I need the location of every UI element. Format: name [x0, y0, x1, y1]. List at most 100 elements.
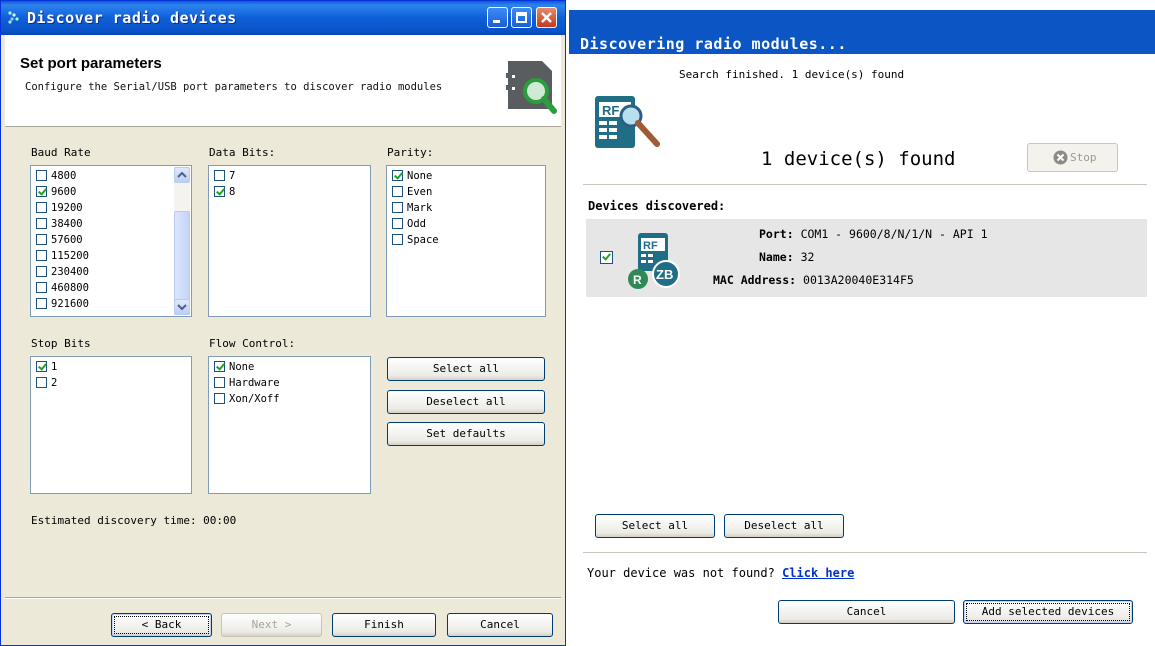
app-icon	[8, 11, 19, 24]
click-here-link[interactable]: Click here	[782, 566, 854, 580]
stop-bits-list[interactable]: 1 2	[30, 356, 192, 494]
select-all-devices-button[interactable]: Select all	[595, 514, 715, 538]
parity-option[interactable]: Space	[392, 234, 439, 248]
module-search-icon	[506, 61, 557, 114]
checkbox[interactable]	[36, 266, 47, 277]
svg-text:RF: RF	[602, 103, 619, 118]
checkbox[interactable]	[36, 202, 47, 213]
chevron-down-icon	[177, 304, 187, 311]
data-bits-list[interactable]: 7 8	[208, 165, 371, 317]
chevron-up-icon	[177, 171, 187, 178]
cancel-discovery-button[interactable]: Cancel	[778, 600, 955, 624]
device-row[interactable]: RF R ZB Port: COM1 - 9600/8/N/1/N - API …	[586, 219, 1147, 297]
checkbox[interactable]	[392, 202, 403, 213]
checkbox[interactable]	[392, 234, 403, 245]
checkbox[interactable]	[392, 186, 403, 197]
baud-rate-list[interactable]: 4800 9600 19200 38400 57600 115200 23040…	[30, 165, 192, 317]
baud-option[interactable]: 230400	[36, 266, 89, 280]
parity-option[interactable]: None	[392, 170, 432, 184]
checkbox[interactable]	[36, 282, 47, 293]
checkbox[interactable]	[214, 393, 225, 404]
checkbox[interactable]	[214, 170, 225, 181]
parity-option[interactable]: Even	[392, 186, 432, 200]
stop-button[interactable]: Stop	[1027, 143, 1118, 172]
checkbox[interactable]	[36, 234, 47, 245]
checkbox[interactable]	[36, 361, 47, 372]
scroll-down-button[interactable]	[174, 299, 190, 315]
checkbox[interactable]	[36, 298, 47, 309]
checkbox[interactable]	[214, 361, 225, 372]
parity-option[interactable]: Odd	[392, 218, 426, 232]
baud-option[interactable]: 4800	[36, 170, 76, 184]
title-bar[interactable]: Discover radio devices	[1, 1, 565, 35]
checkbox[interactable]	[36, 377, 47, 388]
data-bits-label: Data Bits:	[209, 146, 276, 159]
finish-button[interactable]: Finish	[332, 613, 436, 637]
device-port: Port: COM1 - 9600/8/N/1/N - API 1	[759, 227, 988, 241]
not-found-text: Your device was not found? Click here	[587, 566, 855, 580]
back-button[interactable]: < Back	[111, 613, 212, 637]
stop-bits-label: Stop Bits	[31, 337, 91, 350]
next-button[interactable]: Next >	[221, 613, 322, 637]
maximize-icon	[516, 12, 527, 23]
minimize-button[interactable]	[487, 7, 508, 28]
svg-text:ZB: ZB	[656, 267, 673, 282]
data-bits-option[interactable]: 8	[214, 186, 235, 200]
baud-option[interactable]: 115200	[36, 250, 89, 264]
device-checkbox[interactable]	[600, 251, 613, 264]
add-selected-devices-button[interactable]: Add selected devices	[963, 600, 1133, 624]
device-count: 1 device(s) found	[761, 148, 956, 170]
close-button[interactable]	[536, 7, 557, 28]
baud-rate-label: Baud Rate	[31, 146, 91, 159]
discovering-window: Discovering radio modules... Search fini…	[569, 0, 1155, 646]
flow-control-option[interactable]: None	[214, 361, 254, 375]
data-bits-option[interactable]: 7	[214, 170, 235, 184]
close-icon	[541, 12, 552, 23]
device-name: Name: 32	[759, 250, 815, 264]
title-bar[interactable]: Discovering radio modules...	[569, 0, 1155, 54]
checkbox[interactable]	[392, 218, 403, 229]
parity-label: Parity:	[387, 146, 434, 159]
baud-option[interactable]: 460800	[36, 282, 89, 296]
select-all-button[interactable]: Select all	[387, 357, 545, 381]
checkbox[interactable]	[36, 186, 47, 197]
svg-text:R: R	[633, 273, 642, 287]
scroll-up-button[interactable]	[174, 167, 190, 183]
stop-bits-option[interactable]: 2	[36, 377, 57, 391]
stop-icon	[1053, 150, 1068, 165]
flow-control-option[interactable]: Hardware	[214, 377, 280, 391]
stop-label: Stop	[1070, 151, 1097, 164]
maximize-button[interactable]	[511, 7, 532, 28]
divider	[583, 552, 1147, 553]
page-description: Configure the Serial/USB port parameters…	[25, 81, 443, 93]
estimated-time: Estimated discovery time: 00:00	[31, 514, 237, 527]
checkbox[interactable]	[214, 377, 225, 388]
stop-bits-option[interactable]: 1	[36, 361, 57, 375]
flow-control-option[interactable]: Xon/Xoff	[214, 393, 280, 407]
baud-option[interactable]: 19200	[36, 202, 83, 216]
wizard-header: Set port parameters Configure the Serial…	[5, 35, 561, 127]
baud-option[interactable]: 57600	[36, 234, 83, 248]
checkbox[interactable]	[392, 170, 403, 181]
checkbox[interactable]	[36, 170, 47, 181]
minimize-icon	[493, 20, 500, 23]
baud-option[interactable]: 921600	[36, 298, 89, 312]
device-mac: MAC Address: 0013A20040E314F5	[713, 273, 914, 287]
cancel-button[interactable]: Cancel	[447, 613, 553, 637]
checkbox[interactable]	[36, 250, 47, 261]
deselect-all-button[interactable]: Deselect all	[387, 390, 545, 414]
baud-option[interactable]: 9600	[36, 186, 76, 200]
devices-heading: Devices discovered:	[588, 199, 726, 213]
set-defaults-button[interactable]: Set defaults	[387, 422, 545, 446]
divider	[5, 597, 561, 599]
divider	[583, 184, 1147, 185]
deselect-all-devices-button[interactable]: Deselect all	[724, 514, 844, 538]
window-title: Discover radio devices	[27, 9, 237, 27]
parity-list[interactable]: None Even Mark Odd Space	[386, 165, 546, 317]
vertical-scrollbar[interactable]	[174, 167, 190, 315]
flow-control-list[interactable]: None Hardware Xon/Xoff	[208, 356, 371, 494]
checkbox[interactable]	[36, 218, 47, 229]
checkbox[interactable]	[214, 186, 225, 197]
baud-option[interactable]: 38400	[36, 218, 83, 232]
parity-option[interactable]: Mark	[392, 202, 432, 216]
